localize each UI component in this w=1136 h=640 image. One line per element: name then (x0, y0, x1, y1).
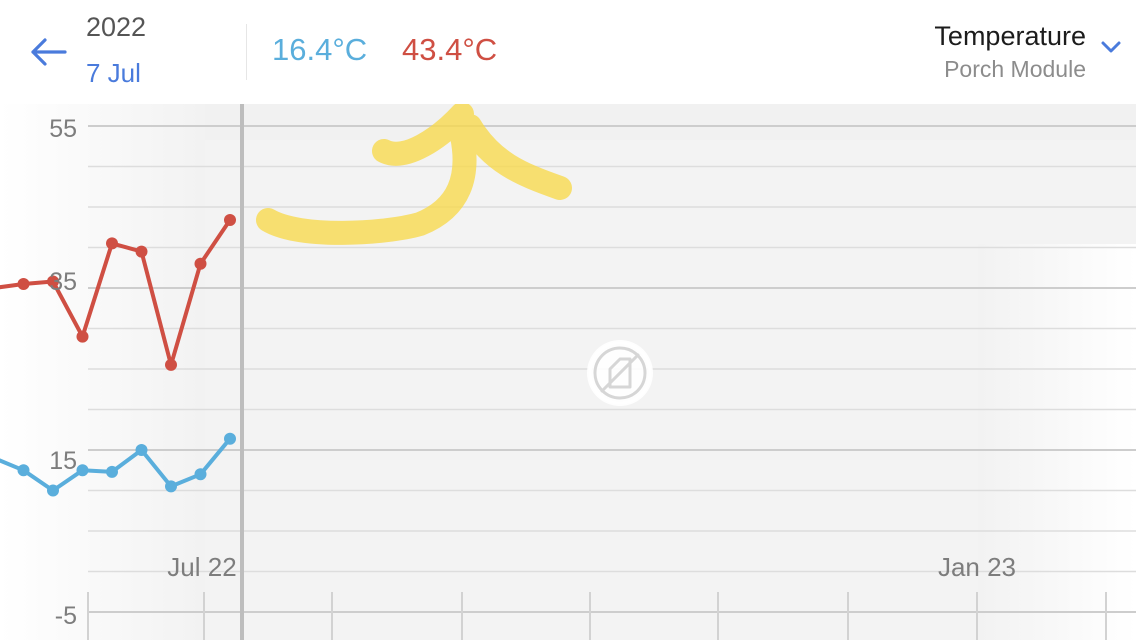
selected-year: 2022 (86, 12, 147, 42)
temperature-history-screen: 2022 7 Jul 16.4°C 43.4°C Temperature Por… (0, 0, 1136, 640)
min-temperature: 16.4°C (272, 32, 368, 67)
selected-date[interactable]: 7 Jul (86, 58, 141, 89)
chevron-down-icon (1101, 41, 1121, 53)
max-temperature-point (165, 358, 177, 371)
y-tick-label: -5 (55, 602, 77, 630)
header-divider (246, 24, 247, 80)
header-bar: 2022 7 Jul 16.4°C 43.4°C Temperature Por… (0, 0, 1136, 104)
max-temperature-point (135, 245, 148, 258)
x-tick-label: Jan 23 (938, 552, 1016, 582)
metric-text: Temperature Porch Module (934, 18, 1086, 84)
chart-canvas[interactable]: 55 35 15 -5 Jul 22 Jan 23 (0, 104, 1136, 640)
no-data-icon (587, 340, 653, 406)
min-temperature-point (194, 468, 207, 481)
x-tick-label: Jul 22 (167, 552, 236, 582)
chart-top-band (205, 104, 1136, 140)
max-temperature-point (106, 237, 118, 250)
max-temperature-point (224, 214, 236, 226)
metric-subtitle: Porch Module (944, 56, 1086, 82)
metric-selector[interactable]: Temperature Porch Module (934, 18, 1122, 88)
y-tick-label: 15 (49, 447, 77, 475)
max-temperature-point (17, 278, 30, 290)
metric-title: Temperature (934, 21, 1086, 51)
min-temperature-point (76, 464, 89, 477)
y-tick-label: 35 (49, 268, 77, 296)
y-tick-label: 55 (49, 115, 77, 143)
max-temperature-point (194, 257, 207, 270)
arrow-left-icon (31, 38, 67, 66)
max-temperature-point (76, 330, 89, 343)
min-temperature-point (17, 464, 30, 477)
temperature-chart[interactable]: 55 35 15 -5 Jul 22 Jan 23 (0, 104, 1136, 640)
min-temperature-point (106, 465, 118, 478)
min-temperature-point (47, 484, 59, 497)
min-temperature-point (165, 480, 177, 493)
min-temperature-point (135, 444, 148, 456)
min-temperature-point (224, 432, 236, 445)
back-button[interactable] (22, 28, 74, 76)
max-temperature: 43.4°C (402, 32, 498, 67)
